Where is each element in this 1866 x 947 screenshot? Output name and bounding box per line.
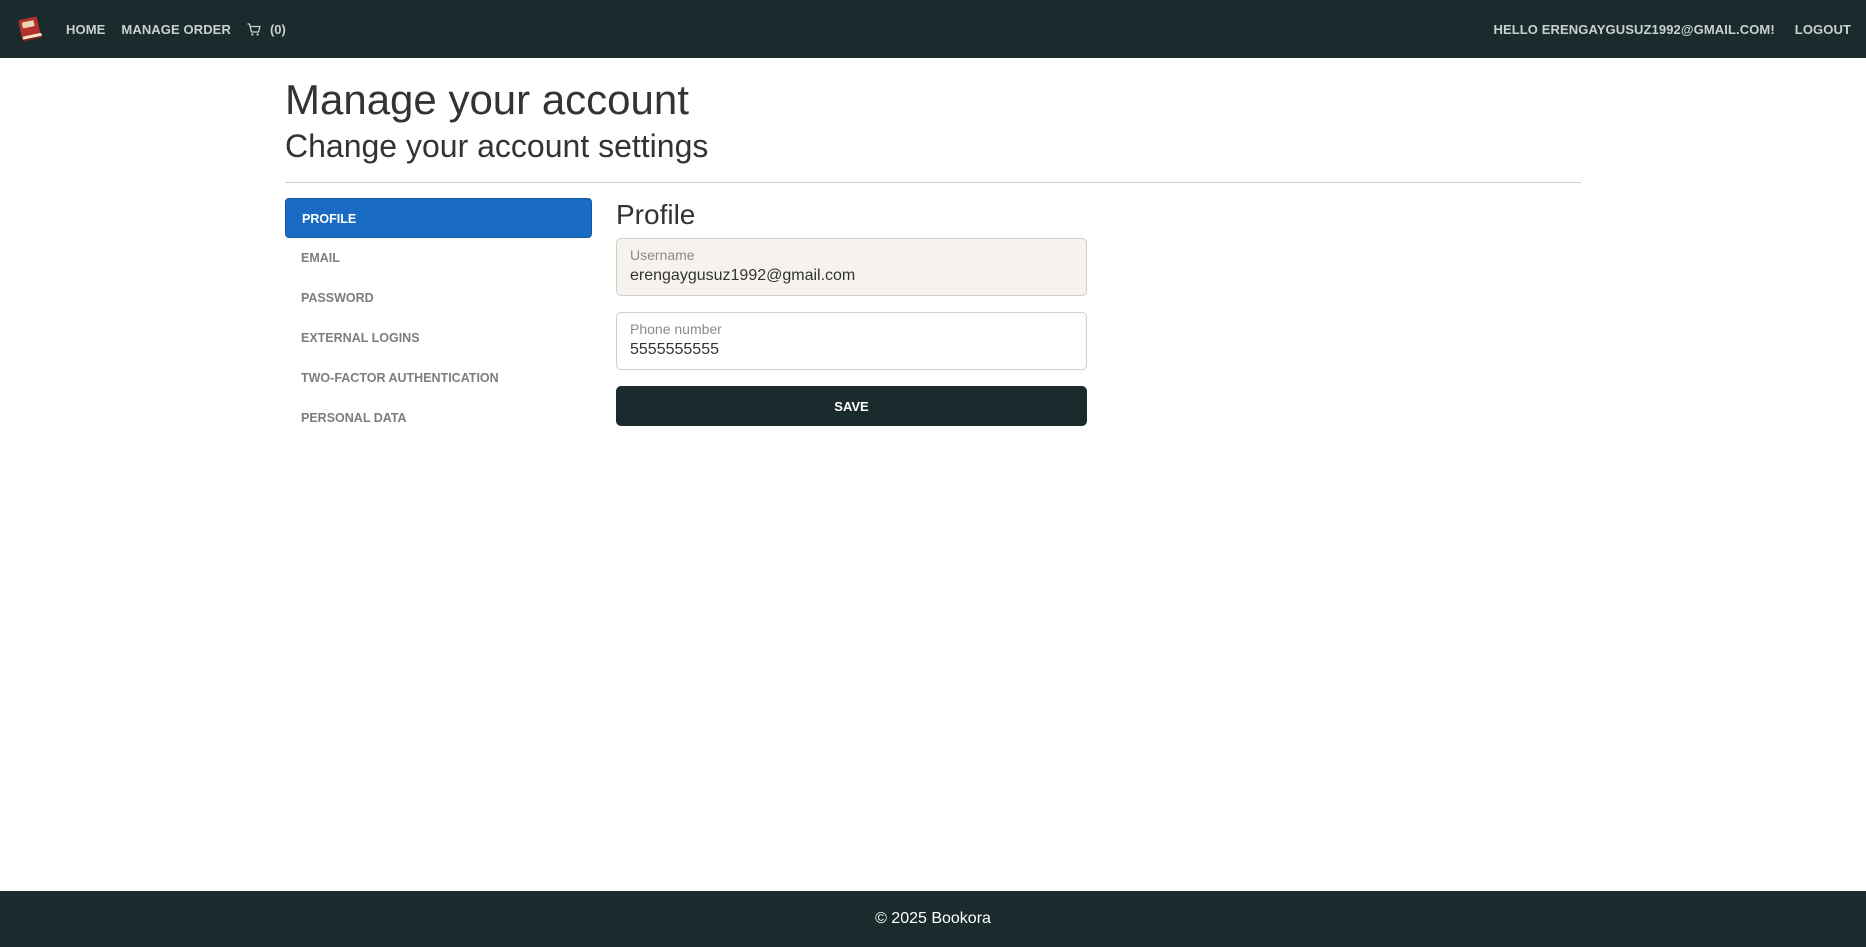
sidebar-item-profile[interactable]: PROFILE [285, 197, 592, 238]
account-sidebar: PROFILE EMAIL PASSWORD EXTERNAL LOGINS T… [285, 197, 592, 438]
nav-cart-link[interactable]: (0) [247, 22, 286, 37]
cart-count: (0) [269, 21, 286, 37]
user-greeting-link[interactable]: HELLO ERENGAYGUSUZ1992@GMAIL.COM! [1493, 22, 1774, 37]
account-layout: PROFILE EMAIL PASSWORD EXTERNAL LOGINS T… [285, 197, 1581, 438]
account-container: Manage your account Change your account … [285, 58, 1581, 438]
phone-label: Phone number [630, 321, 722, 338]
nav-user-area: HELLO ERENGAYGUSUZ1992@GMAIL.COM! LOGOUT [1473, 22, 1851, 37]
sidebar-item-email[interactable]: EMAIL [285, 238, 592, 278]
profile-section: Profile Username Phone number SAVE [616, 198, 1087, 438]
username-field: Username [616, 238, 1087, 297]
footer-copyright: © 2025 Bookora [875, 910, 991, 927]
username-label: Username [630, 247, 695, 264]
book-icon[interactable] [15, 14, 45, 44]
footer: © 2025 Bookora [0, 891, 1866, 947]
sidebar-item-password[interactable]: PASSWORD [285, 278, 592, 318]
sidebar-item-two-factor-authentication[interactable]: TWO-FACTOR AUTHENTICATION [285, 358, 592, 398]
phone-input[interactable] [630, 341, 1073, 360]
page-subtitle: Change your account settings [285, 128, 709, 165]
page-title: Manage your account [285, 76, 689, 123]
sidebar-item-external-logins[interactable]: EXTERNAL LOGINS [285, 318, 592, 358]
save-button[interactable]: SAVE [616, 386, 1087, 427]
sidebar-item-personal-data[interactable]: PERSONAL DATA [285, 398, 592, 438]
nav-home-link[interactable]: HOME [66, 22, 105, 37]
profile-heading: Profile [616, 198, 696, 230]
logout-link[interactable]: LOGOUT [1795, 22, 1851, 37]
username-input[interactable] [630, 267, 1073, 286]
phone-field: Phone number [616, 312, 1087, 371]
divider [285, 181, 1581, 183]
top-navbar: HOME MANAGE ORDER (0) HELLO ERENGAYGUSUZ… [0, 0, 1866, 58]
nav-manage-order-link[interactable]: MANAGE ORDER [121, 22, 231, 37]
cart-icon [247, 22, 261, 36]
